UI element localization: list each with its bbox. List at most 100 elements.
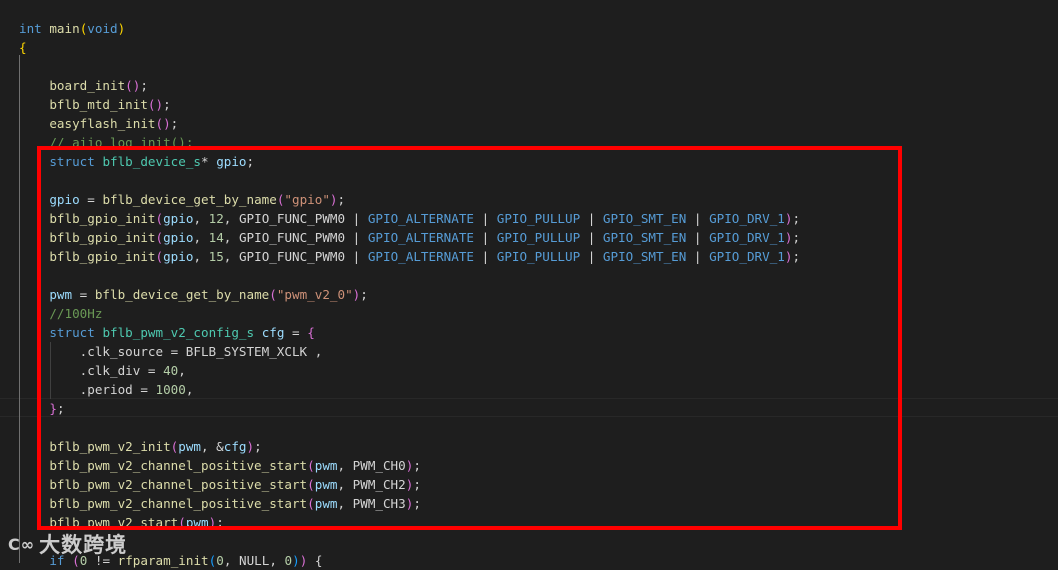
- code-line[interactable]: bflb_pwm_v2_channel_positive_start(pwm, …: [19, 494, 421, 513]
- code-token: board_init: [49, 78, 126, 93]
- code-line[interactable]: };: [19, 399, 65, 418]
- code-token: (: [307, 477, 315, 492]
- code-token: ;: [413, 496, 421, 511]
- code-token: easyflash_init: [49, 116, 156, 131]
- code-line[interactable]: // aiio_log_init();: [19, 133, 193, 152]
- code-token: GPIO_SMT_EN: [602, 211, 687, 226]
- code-token: |: [474, 230, 497, 245]
- watermark-logo-icon: C∞: [8, 534, 36, 554]
- code-line[interactable]: gpio = bflb_device_get_by_name("gpio");: [19, 190, 345, 209]
- code-line[interactable]: .period = 1000,: [19, 380, 194, 399]
- code-token: ;: [413, 458, 421, 473]
- code-line[interactable]: bflb_gpio_init(gpio, 14, GPIO_FUNC_PWM0 …: [19, 228, 800, 247]
- code-token: ;: [56, 401, 65, 416]
- code-line[interactable]: .clk_div = 40,: [19, 361, 186, 380]
- code-token: GPIO_DRV_1: [709, 249, 785, 264]
- code-token: main: [49, 21, 80, 36]
- code-token: ,: [193, 230, 209, 245]
- code-token: ,: [193, 211, 209, 226]
- code-token: ;: [140, 78, 148, 93]
- code-token: // aiio_log_init();: [49, 135, 194, 150]
- code-line[interactable]: bflb_gpio_init(gpio, 12, GPIO_FUNC_PWM0 …: [19, 209, 800, 228]
- code-token: |: [686, 211, 710, 226]
- code-token: }: [49, 401, 57, 416]
- code-token: |: [474, 211, 497, 226]
- code-token: , PWM_CH3: [337, 496, 406, 511]
- code-token: {: [19, 40, 27, 55]
- code-line[interactable]: {: [19, 38, 27, 57]
- code-token: pwm: [178, 439, 202, 454]
- code-token: GPIO_DRV_1: [709, 230, 785, 245]
- code-token: pwm: [314, 477, 338, 492]
- code-token: GPIO_ALTERNATE: [367, 249, 474, 264]
- code-token: (): [125, 78, 141, 93]
- code-token: ;: [254, 439, 262, 454]
- code-line[interactable]: struct bflb_device_s* gpio;: [19, 152, 254, 171]
- code-token: , PWM_CH0: [337, 458, 406, 473]
- code-line[interactable]: pwm = bflb_device_get_by_name("pwm_v2_0"…: [19, 285, 368, 304]
- code-editor[interactable]: int main(void){ board_init(); bflb_mtd_i…: [0, 0, 1058, 568]
- code-token: GPIO_DRV_1: [709, 211, 785, 226]
- code-token: (): [155, 116, 171, 131]
- code-token: 0: [284, 553, 293, 568]
- code-token: (: [155, 230, 164, 245]
- code-token: struct: [49, 154, 95, 169]
- code-line[interactable]: bflb_mtd_init();: [19, 95, 170, 114]
- code-token: 40: [163, 363, 179, 378]
- code-token: bflb_pwm_v2_channel_positive_start: [49, 477, 308, 492]
- code-token: (: [155, 249, 164, 264]
- code-token: GPIO_SMT_EN: [602, 230, 687, 245]
- code-line[interactable]: bflb_gpio_init(gpio, 15, GPIO_FUNC_PWM0 …: [19, 247, 800, 266]
- code-token: bflb_device_get_by_name: [94, 287, 270, 302]
- code-line[interactable]: .clk_source = BFLB_SYSTEM_XCLK ,: [19, 342, 323, 361]
- code-token: (: [178, 515, 186, 530]
- code-token: GPIO_ALTERNATE: [367, 230, 474, 245]
- code-token: bflb_pwm_v2_channel_positive_start: [49, 496, 308, 511]
- code-token: ): [246, 439, 255, 454]
- code-token: =: [72, 287, 95, 302]
- code-line[interactable]: struct bflb_pwm_v2_config_s cfg = {: [19, 323, 314, 342]
- code-token: "gpio": [284, 192, 330, 207]
- code-token: rfparam_init: [117, 553, 209, 568]
- code-token: bflb_gpio_init: [49, 249, 156, 264]
- code-line[interactable]: bflb_pwm_v2_channel_positive_start(pwm, …: [19, 475, 421, 494]
- code-token: cfg: [261, 325, 285, 340]
- code-token: ): [329, 192, 338, 207]
- code-token: =: [79, 192, 103, 207]
- code-line[interactable]: //100Hz: [19, 304, 102, 323]
- code-line[interactable]: int main(void): [19, 19, 125, 38]
- code-token: ;: [216, 515, 224, 530]
- current-line-highlight: [0, 398, 1058, 417]
- code-token: ,: [185, 382, 194, 397]
- code-token: {: [307, 553, 323, 568]
- code-line[interactable]: easyflash_init();: [19, 114, 178, 133]
- code-line[interactable]: bflb_pwm_v2_channel_positive_start(pwm, …: [19, 456, 421, 475]
- code-line[interactable]: bflb_pwm_v2_init(pwm, &cfg);: [19, 437, 262, 456]
- code-token: , GPIO_FUNC_PWM0 |: [223, 230, 368, 245]
- code-token: , GPIO_FUNC_PWM0 |: [223, 211, 368, 226]
- code-token: bflb_pwm_v2_start: [49, 515, 179, 530]
- code-token: |: [474, 249, 497, 264]
- code-token: gpio: [216, 154, 247, 169]
- code-token: gpio: [163, 230, 194, 245]
- code-token: 1000: [155, 382, 186, 397]
- code-line[interactable]: board_init();: [19, 76, 148, 95]
- code-token: ;: [170, 116, 179, 131]
- code-token: 0: [216, 553, 224, 568]
- code-token: bflb_mtd_init: [49, 97, 148, 112]
- code-token: ;: [792, 230, 801, 245]
- code-token: , &: [201, 439, 224, 454]
- code-token: ;: [792, 211, 801, 226]
- code-token: bflb_gpio_init: [49, 230, 156, 245]
